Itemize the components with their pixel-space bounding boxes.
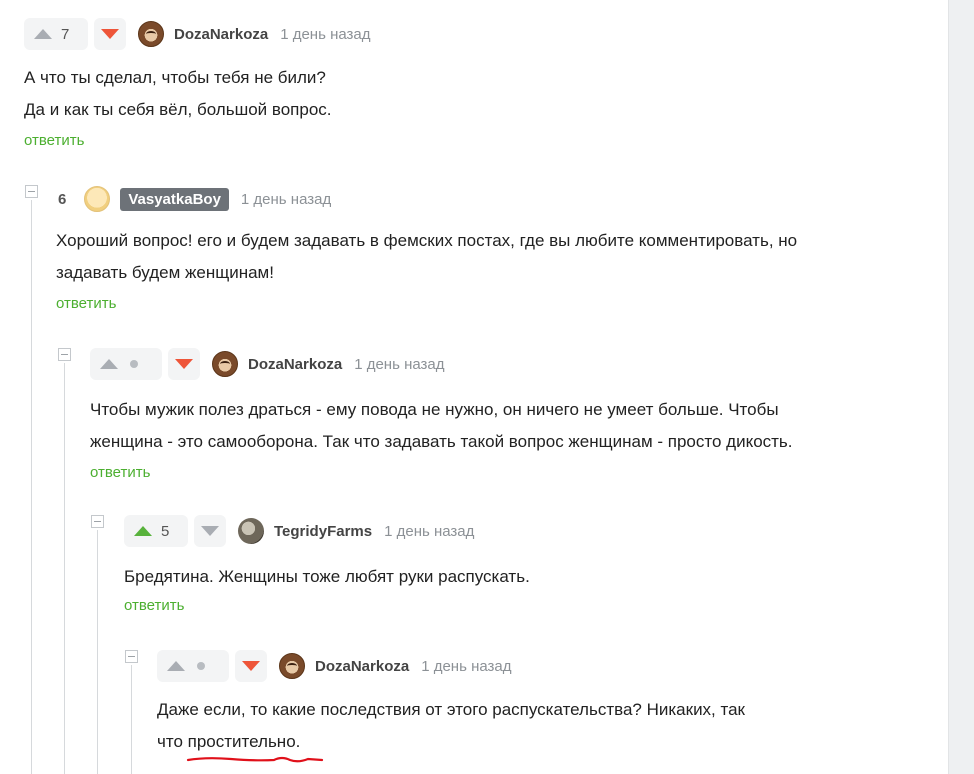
comment-text: Чтобы мужик полез драться - ему повода н… [90, 394, 940, 458]
comment-header: 6 VasyatkaBoy 1 день назад [56, 183, 936, 215]
collapse-thread-button[interactable] [58, 348, 71, 361]
comment-header: 5 TegridyFarms 1 день назад [124, 515, 924, 547]
underlined-word: простительно. [186, 726, 323, 763]
comment-line: А что ты сделал, чтобы тебя не били? [24, 68, 326, 87]
comment-line: Даже если, то какие последствия от этого… [157, 700, 745, 719]
comment-time: 1 день назад [421, 657, 512, 675]
rating-dot-icon [130, 360, 138, 368]
comment-line: Бредятина. Женщины тоже любят руки распу… [124, 567, 530, 586]
comment-dozanarkoza-3: DozaNarkoza 1 день назад Даже если, то к… [157, 650, 937, 763]
comment-line: задавать будем женщинам! [56, 263, 274, 282]
rating-box: 5 [124, 515, 188, 547]
reply-link[interactable]: ответить [24, 132, 924, 149]
comment-line: женщина - это самооборона. Так что задав… [90, 432, 793, 451]
reply-link[interactable]: ответить [124, 597, 924, 614]
collapse-thread-button[interactable] [91, 515, 104, 528]
rating-count: 7 [61, 25, 70, 43]
downvote-icon [101, 29, 119, 39]
red-underline-annotation [186, 756, 323, 763]
comment-text: Даже если, то какие последствия от этого… [157, 694, 937, 763]
comment-line: Да и как ты себя вёл, большой вопрос. [24, 100, 332, 119]
underlined-word-text: простительно. [187, 732, 301, 751]
comment-line: Хороший вопрос! его и будем задавать в ф… [56, 231, 798, 250]
thread-line[interactable] [131, 665, 132, 774]
collapse-thread-button[interactable] [125, 650, 138, 663]
author-name[interactable]: DozaNarkoza [248, 356, 342, 373]
avatar[interactable] [279, 653, 305, 679]
comment-time: 1 день назад [280, 25, 371, 43]
thread-line[interactable] [97, 530, 98, 774]
upvote-icon[interactable] [100, 359, 118, 369]
comment-text: А что ты сделал, чтобы тебя не били? Да … [24, 62, 924, 126]
rating-box [157, 650, 229, 682]
comment-tegridyfarms: 5 TegridyFarms 1 день назад Бредятина. Ж… [124, 515, 924, 614]
author-name[interactable]: VasyatkaBoy [120, 187, 229, 211]
author-name[interactable]: TegridyFarms [274, 523, 372, 540]
downvote-icon [201, 526, 219, 536]
collapse-thread-button[interactable] [25, 185, 38, 198]
rating-dot-icon [197, 662, 205, 670]
author-name[interactable]: DozaNarkoza [315, 658, 409, 675]
comment-time: 1 день назад [384, 522, 475, 540]
comment-line-prefix: что [157, 732, 188, 751]
rating-box: 7 [24, 18, 88, 50]
comment-header: DozaNarkoza 1 день назад [157, 650, 937, 682]
rating-count: 6 [58, 190, 67, 208]
comment-header: DozaNarkoza 1 день назад [90, 348, 940, 380]
comment-text: Хороший вопрос! его и будем задавать в ф… [56, 225, 936, 289]
comment-dozanarkoza-2: DozaNarkoza 1 день назад Чтобы мужик пол… [90, 348, 940, 481]
comment-time: 1 день назад [240, 190, 332, 208]
downvote-icon [242, 661, 260, 671]
upvote-icon[interactable] [134, 526, 152, 536]
comment-line: что простительно. [157, 726, 937, 763]
downvote-icon [175, 359, 193, 369]
author-name[interactable]: DozaNarkoza [174, 26, 268, 43]
avatar[interactable] [212, 351, 238, 377]
reply-link[interactable]: ответить [90, 464, 940, 481]
avatar[interactable] [84, 186, 111, 212]
downvote-button[interactable] [94, 18, 126, 50]
downvote-button[interactable] [194, 515, 226, 547]
comment-time: 1 день назад [354, 355, 445, 373]
comment-dozanarkoza-1: 7 DozaNarkoza 1 день назад А что ты сдел… [24, 18, 924, 149]
upvote-icon[interactable] [34, 29, 52, 39]
comment-line: Чтобы мужик полез драться - ему повода н… [90, 400, 779, 419]
comment-header: 7 DozaNarkoza 1 день назад [24, 18, 924, 50]
avatar[interactable] [138, 21, 164, 47]
reply-link[interactable]: ответить [56, 295, 936, 312]
thread-line[interactable] [64, 363, 65, 774]
rating-box [90, 348, 162, 380]
downvote-button[interactable] [168, 348, 200, 380]
rating-count: 5 [161, 522, 170, 540]
comment-vasyatkaboy: 6 VasyatkaBoy 1 день назад Хороший вопро… [56, 183, 936, 312]
downvote-button[interactable] [235, 650, 267, 682]
thread-line[interactable] [31, 200, 32, 774]
upvote-icon[interactable] [167, 661, 185, 671]
comment-text: Бредятина. Женщины тоже любят руки распу… [124, 561, 924, 593]
avatar[interactable] [238, 518, 264, 544]
right-sidebar-strip [948, 0, 974, 774]
